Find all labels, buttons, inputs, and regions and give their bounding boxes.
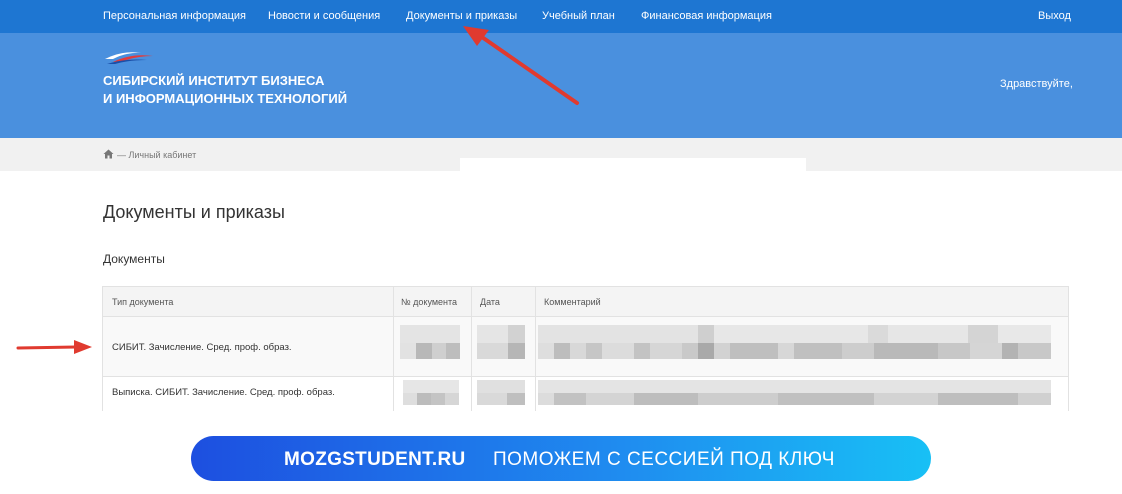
redacted-comment: [538, 343, 1051, 359]
nav-item-finance[interactable]: Финансовая информация: [641, 10, 772, 22]
document-type-cell: СИБИТ. Зачисление. Сред. проф. образ.: [112, 342, 292, 353]
redacted-date: [477, 343, 508, 359]
table-row[interactable]: СИБИТ. Зачисление. Сред. проф. образ.: [103, 317, 1068, 377]
promo-banner[interactable]: MOZGSTUDENT.RU ПОМОЖЕМ С СЕССИЕЙ ПОД КЛЮ…: [191, 436, 931, 481]
annotation-arrow-icon: [16, 340, 92, 354]
banner-slogan: ПОМОЖЕМ С СЕССИЕЙ ПОД КЛЮЧ: [493, 449, 835, 470]
section-title: Документы: [103, 252, 165, 266]
user-greeting: Здравствуйте,: [1000, 78, 1073, 90]
page-title: Документы и приказы: [103, 202, 285, 222]
column-header-number: № документа: [401, 297, 458, 307]
logo-line-2: И ИНФОРМАЦИОННЫХ ТЕХНОЛОГИЙ: [103, 91, 348, 106]
annotation-arrow-icon: [463, 26, 579, 105]
column-header-date: Дата: [480, 297, 500, 307]
column-divider: [393, 287, 394, 411]
redacted-date: [477, 380, 525, 393]
banner-brand: MOZGSTUDENT.RU: [284, 449, 466, 470]
table-header: Тип документа № документа Дата Комментар…: [103, 287, 1068, 317]
redacted-date: [508, 325, 525, 343]
redacted-comment: [538, 325, 1051, 343]
site-logo-text[interactable]: СИБИРСКИЙ ИНСТИТУТ БИЗНЕСА И ИНФОРМАЦИОН…: [103, 72, 347, 108]
column-divider: [471, 287, 472, 411]
column-header-type: Тип документа: [112, 297, 174, 307]
document-type-cell: Выписка. СИБИТ. Зачисление. Сред. проф. …: [112, 387, 335, 398]
logo-swoosh-icon[interactable]: [103, 49, 155, 65]
redacted-number: [403, 393, 459, 405]
redacted-number: [416, 343, 432, 359]
column-divider: [535, 287, 536, 411]
redacted-date: [508, 343, 525, 359]
redacted-number: [446, 343, 460, 359]
nav-item-news[interactable]: Новости и сообщения: [268, 10, 380, 22]
documents-table: Тип документа № документа Дата Комментар…: [102, 286, 1069, 411]
redacted-comment: [538, 393, 1051, 405]
nav-item-personal-info[interactable]: Персональная информация: [103, 10, 246, 22]
table-row[interactable]: Выписка. СИБИТ. Зачисление. Сред. проф. …: [103, 377, 1068, 411]
redacted-date: [477, 393, 525, 405]
breadcrumb-text[interactable]: — Личный кабинет: [117, 150, 196, 160]
home-icon[interactable]: [103, 149, 114, 159]
breadcrumb-gap: [460, 158, 806, 172]
column-header-comment: Комментарий: [544, 297, 601, 307]
redacted-number: [400, 343, 416, 359]
redacted-number: [432, 343, 446, 359]
logo-line-1: СИБИРСКИЙ ИНСТИТУТ БИЗНЕСА: [103, 73, 325, 88]
logout-link[interactable]: Выход: [1038, 10, 1071, 22]
redacted-number: [403, 380, 459, 393]
redacted-number: [400, 325, 460, 343]
redacted-comment: [538, 380, 1051, 393]
